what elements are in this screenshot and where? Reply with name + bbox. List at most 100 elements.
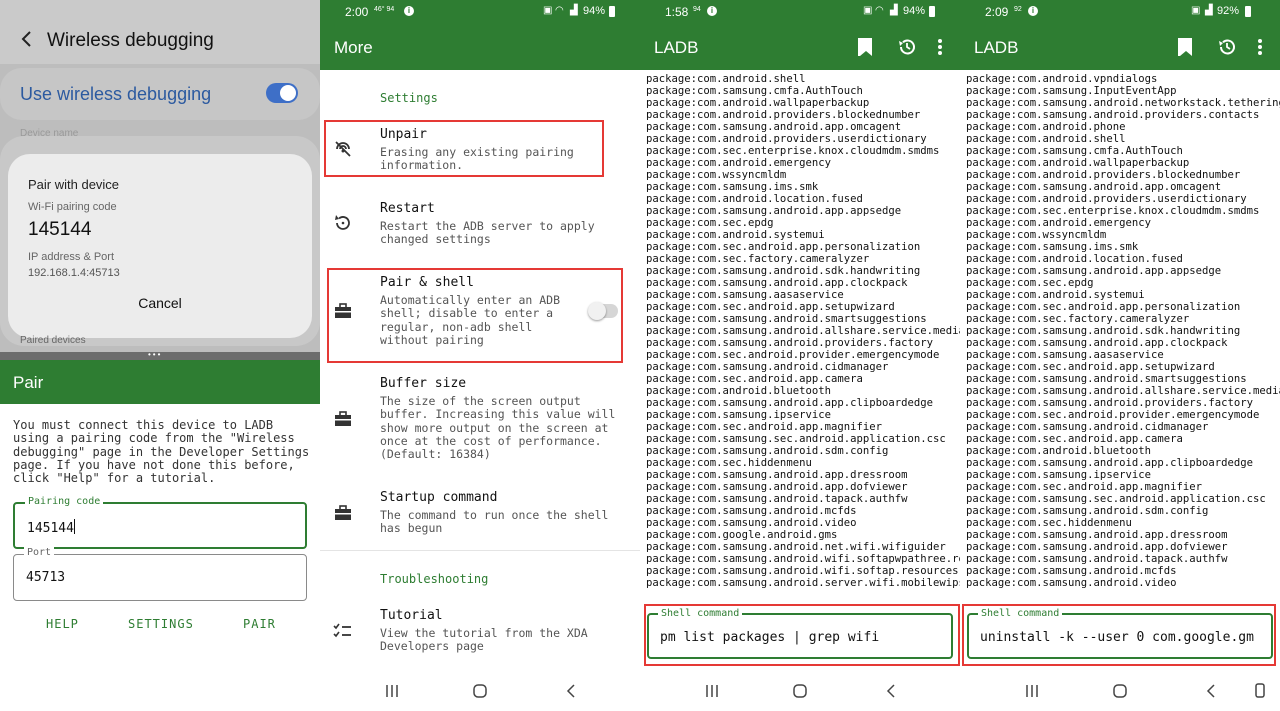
ip-port-value: 192.168.1.4:45713	[28, 267, 120, 279]
startup-command-subtitle: The command to run once the shell has be…	[380, 508, 609, 536]
recents-icon[interactable]	[384, 683, 400, 699]
home-icon[interactable]	[792, 683, 808, 699]
status-bar: 2:09 92 i ▣ ▟ 92%	[960, 0, 1280, 24]
port-input[interactable]: Port 45713	[13, 547, 307, 601]
app-title: More	[334, 38, 373, 57]
more-vert-icon[interactable]	[937, 38, 943, 56]
pair-description: You must connect this device to LADB usi…	[13, 418, 310, 486]
toolbox-icon	[335, 411, 351, 426]
paired-devices-label: Paired devices	[20, 335, 86, 346]
nav-bar	[320, 672, 640, 711]
help-button[interactable]: HELP	[46, 617, 79, 631]
panel-pair: Wireless debugging Use wireless debuggin…	[0, 0, 320, 711]
status-time: 2:09	[985, 5, 1009, 19]
shell-command-input[interactable]: Shell command pm list packages | grep wi…	[647, 608, 953, 659]
pairing-code-input[interactable]: Pairing code 145144	[13, 496, 307, 549]
bookmark-icon[interactable]	[1177, 37, 1195, 57]
status-bar: 1:58 94 i ▣ ◠ ▟ 94%	[640, 0, 960, 24]
nav-bar	[960, 672, 1280, 711]
home-icon[interactable]	[1112, 683, 1128, 699]
cancel-button[interactable]: Cancel	[120, 295, 200, 311]
highlight-box	[327, 268, 623, 363]
history-icon[interactable]	[1217, 37, 1237, 57]
home-icon[interactable]	[472, 683, 488, 699]
info-icon: i	[404, 6, 414, 16]
split-handle-icon[interactable]: •••	[148, 351, 172, 359]
status-temp: 46° 94	[374, 6, 395, 13]
signal-icon: ▟	[890, 5, 898, 16]
wireless-debugging-switch[interactable]	[266, 83, 298, 103]
shell-command-label: Shell command	[978, 608, 1063, 619]
signal-icon: ▟	[1205, 5, 1213, 16]
app-title: LADB	[974, 38, 1019, 57]
pairing-code-input-value: 145144	[27, 519, 75, 536]
bookmark-icon[interactable]	[857, 37, 875, 57]
panel-more: 2:00 46° 94 i ▣ ◠ ▟ 94% More Settings Un…	[320, 0, 640, 711]
battery-percent: 94%	[583, 5, 606, 17]
pairing-code-value: 145144	[28, 219, 92, 240]
back-icon[interactable]	[1203, 683, 1219, 699]
highlight-box	[324, 120, 604, 177]
panel-ladb-output-1: 1:58 94 i ▣ ◠ ▟ 94% LADB package:com.and…	[640, 0, 960, 711]
ip-port-label: IP address & Port	[28, 251, 115, 263]
back-icon[interactable]	[563, 683, 579, 699]
app-title: LADB	[654, 38, 699, 57]
tutorial-subtitle: View the tutorial from the XDA Developer…	[380, 626, 588, 654]
shell-command-label: Shell command	[658, 608, 743, 619]
restart-subtitle: Restart the ADB server to apply changed …	[380, 219, 595, 247]
pairing-code-input-label: Pairing code	[25, 496, 104, 507]
buffer-size-title: Buffer size	[380, 376, 467, 391]
startup-command-title: Startup command	[380, 490, 498, 505]
wifi-icon: ◠	[555, 5, 564, 16]
battery-icon	[1245, 6, 1251, 17]
checklist-icon	[333, 623, 351, 638]
shell-output: package:com.android.shell package:com.sa…	[646, 73, 960, 589]
signal-icon: ▟	[570, 5, 578, 16]
shell-command-value: pm list packages | grep wifi	[660, 630, 880, 645]
port-input-label: Port	[24, 547, 55, 558]
more-vert-icon[interactable]	[1257, 38, 1263, 56]
recents-icon[interactable]	[704, 683, 720, 699]
battery-icon	[929, 6, 935, 17]
wireless-debugging-label: Use wireless debugging	[20, 84, 212, 104]
shell-command-input[interactable]: Shell command uninstall -k --user 0 com.…	[967, 608, 1273, 659]
panel-ladb-output-2: 2:09 92 i ▣ ▟ 92% LADB package:com.andro…	[960, 0, 1280, 711]
pairing-code-label: Wi-Fi pairing code	[28, 201, 117, 213]
alarm-icon: ▣	[1191, 5, 1201, 16]
dialog-title: Pair with device	[28, 177, 120, 192]
section-divider	[320, 550, 640, 551]
status-bar: 2:00 46° 94 i ▣ ◠ ▟ 94%	[320, 0, 640, 24]
status-temp: 94	[693, 6, 701, 13]
pair-title: Pair	[13, 373, 44, 392]
buffer-size-subtitle: The size of the screen output buffer. In…	[380, 394, 616, 462]
nav-bar	[640, 672, 960, 711]
text-caret	[73, 519, 75, 534]
wifi-icon: ◠	[875, 5, 884, 16]
history-icon[interactable]	[897, 37, 917, 57]
recents-icon[interactable]	[1024, 683, 1040, 699]
back-arrow-icon[interactable]	[16, 28, 38, 50]
app-bar: More	[320, 24, 640, 70]
section-settings: Settings	[380, 91, 438, 105]
status-time: 2:00	[345, 5, 369, 19]
shell-command-value: uninstall -k --user 0 com.google.gm	[980, 630, 1254, 645]
app-bar: LADB	[640, 24, 960, 70]
info-icon: i	[707, 6, 717, 16]
pair-app-bar	[0, 360, 320, 404]
restart-icon	[335, 215, 350, 230]
alarm-icon: ▣	[543, 5, 553, 16]
battery-icon	[609, 6, 615, 17]
screen-rotate-icon[interactable]	[1253, 683, 1267, 699]
app-bar: LADB	[960, 24, 1280, 70]
restart-title: Restart	[380, 201, 435, 216]
page-title: Wireless debugging	[47, 30, 214, 51]
pair-button[interactable]: PAIR	[243, 617, 276, 631]
back-icon[interactable]	[883, 683, 899, 699]
status-time: 1:58	[665, 5, 689, 19]
settings-button[interactable]: SETTINGS	[128, 617, 194, 631]
battery-percent: 94%	[903, 5, 926, 17]
pairing-code-text: 145144	[27, 521, 74, 536]
status-temp: 92	[1014, 6, 1022, 13]
port-input-value: 45713	[26, 570, 66, 585]
toolbox-icon	[335, 505, 351, 520]
